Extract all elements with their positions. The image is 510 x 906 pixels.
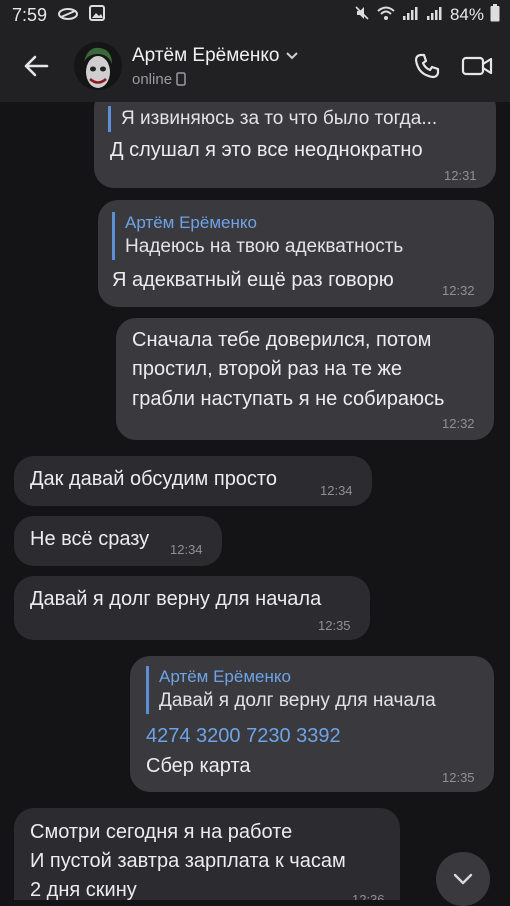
contact-status: online bbox=[132, 70, 173, 88]
message-bubble[interactable]: Не всё сразу 12:34 bbox=[14, 516, 222, 566]
signal-icon-2 bbox=[426, 5, 444, 26]
message-time: 12:32 bbox=[442, 283, 475, 298]
message-bubble[interactable]: Сначала тебе доверился, потом простил, в… bbox=[116, 318, 494, 440]
message-text: Дак давай обсудим просто bbox=[30, 468, 277, 490]
back-button[interactable] bbox=[0, 30, 72, 102]
chevron-down-icon bbox=[453, 873, 473, 885]
battery-icon bbox=[490, 3, 500, 27]
message-time: 12:34 bbox=[320, 483, 353, 498]
status-time: 7:59 bbox=[12, 4, 48, 25]
message-bubble[interactable]: Я извиняюсь за то что было тогда... Д сл… bbox=[94, 102, 496, 188]
message-line: 2 дня скину bbox=[30, 879, 137, 900]
message-line: простил, второй раз на те же bbox=[132, 358, 402, 380]
message-line: Сначала тебе доверился, потом bbox=[132, 329, 432, 351]
wifi-icon bbox=[376, 5, 396, 26]
gallery-icon bbox=[89, 4, 106, 26]
message-bubble[interactable]: Давай я долг верну для начала 12:35 bbox=[14, 576, 370, 640]
message-text: Давай я долг верну для начала bbox=[30, 588, 322, 610]
quote-text: Я извиняюсь за то что было тогда... bbox=[121, 108, 438, 129]
back-arrow-icon bbox=[24, 55, 49, 77]
mobile-icon bbox=[176, 72, 186, 86]
mute-icon bbox=[354, 5, 370, 26]
chevron-down-icon bbox=[286, 51, 299, 59]
contact-info[interactable]: Артём Ерёменко online bbox=[132, 45, 402, 88]
scroll-to-bottom-button[interactable] bbox=[436, 852, 490, 906]
battery-percent: 84% bbox=[449, 5, 484, 24]
reply-quote[interactable]: Артём Ерёменко Надеюсь на твою адекватно… bbox=[112, 212, 403, 260]
message-text: Сбер карта bbox=[146, 755, 251, 777]
message-bubble[interactable]: Артём Ерёменко Надеюсь на твою адекватно… bbox=[98, 200, 494, 307]
message-line: И пустой завтра зарплата к часам bbox=[30, 850, 346, 872]
phone-icon bbox=[414, 53, 440, 79]
video-call-button[interactable] bbox=[452, 36, 502, 96]
message-time: 12:35 bbox=[442, 770, 475, 785]
quote-author: Артём Ерёменко bbox=[125, 213, 257, 232]
call-button[interactable] bbox=[402, 36, 452, 96]
video-icon bbox=[461, 56, 493, 76]
message-time: 12:34 bbox=[170, 542, 203, 557]
message-text: Д слушал я это все неоднократно bbox=[110, 139, 423, 161]
message-bubble[interactable]: Артём Ерёменко Давай я долг верну для на… bbox=[130, 656, 494, 792]
message-list[interactable]: Я извиняюсь за то что было тогда... Д сл… bbox=[0, 102, 510, 900]
chat-header: Артём Ерёменко online bbox=[0, 30, 510, 102]
contact-name: Артём Ерёменко bbox=[132, 44, 280, 66]
message-text: Я адекватный ещё раз говорю bbox=[112, 269, 394, 291]
message-line: грабли наступать я не собираюсь bbox=[132, 388, 445, 410]
link-icon bbox=[57, 5, 79, 26]
message-time: 12:35 bbox=[318, 618, 351, 633]
message-time: 12:31 bbox=[444, 168, 477, 183]
signal-icon bbox=[402, 5, 420, 26]
message-bubble[interactable]: Дак давай обсудим просто 12:34 bbox=[14, 456, 372, 506]
status-bar: 7:59 84% bbox=[0, 0, 510, 30]
quote-text: Надеюсь на твою адекватность bbox=[125, 236, 404, 257]
message-text: Не всё сразу bbox=[30, 528, 150, 550]
quote-author: Артём Ерёменко bbox=[159, 667, 291, 686]
reply-quote[interactable]: Я извиняюсь за то что было тогда... bbox=[108, 106, 437, 132]
message-bubble[interactable]: Смотри сегодня я на работе И пустой завт… bbox=[14, 808, 400, 900]
avatar[interactable] bbox=[74, 42, 122, 90]
reply-quote[interactable]: Артём Ерёменко Давай я долг верну для на… bbox=[146, 666, 436, 714]
message-time: 12:36 bbox=[352, 892, 385, 900]
card-number-link[interactable]: 4274 3200 7230 3392 bbox=[146, 722, 341, 751]
quote-text: Давай я долг верну для начала bbox=[159, 690, 436, 711]
message-line: Смотри сегодня я на работе bbox=[30, 821, 293, 843]
message-time: 12:32 bbox=[442, 416, 475, 431]
